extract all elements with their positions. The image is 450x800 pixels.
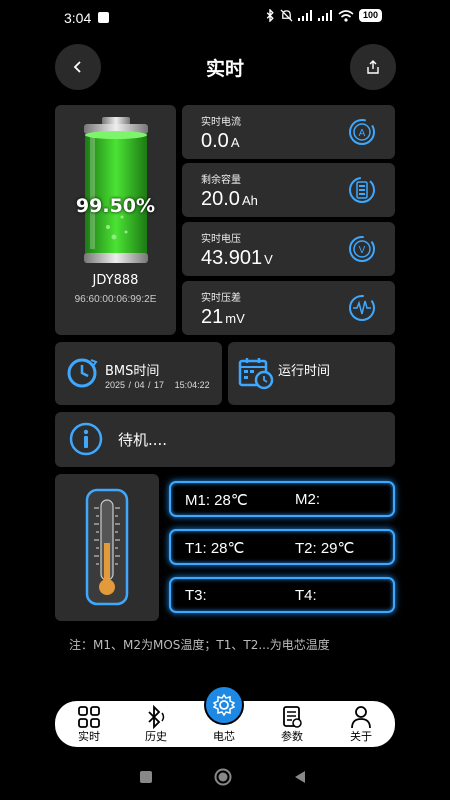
temp-m2: M2: [295, 491, 321, 508]
grid-icon [78, 706, 100, 728]
status-text: 待机.... [118, 431, 168, 449]
run-time-title: 运行时间 [278, 364, 331, 379]
home-button[interactable] [214, 768, 232, 786]
nav-item-realtime[interactable]: 实时 [59, 701, 119, 747]
signal-icon-1 [297, 10, 312, 21]
gear-icon [212, 693, 236, 717]
metric-capacity: 剩余容量 20.0 Ah [182, 163, 395, 217]
metric-value: 0.0 A [201, 130, 239, 153]
metric-unit: A [230, 135, 240, 150]
bms-time: 15:04:22 [174, 380, 210, 390]
metric-value: 20.0 Ah [201, 188, 258, 211]
back-nav-button[interactable] [293, 770, 307, 784]
temp-t2: T2: 29℃ [295, 540, 355, 557]
mute-icon [280, 9, 293, 22]
metric-value: 43.901 V [201, 247, 273, 270]
clock-icon [67, 358, 98, 388]
device-address: 96:60:00:06:99:2E [74, 294, 157, 305]
header: 实时 [0, 44, 450, 90]
device-name: JDY888 [92, 273, 139, 288]
nav-label: 关于 [350, 730, 372, 743]
nav-item-params[interactable]: 参数 [262, 701, 322, 747]
temp-row-cell-1: T1: 28℃ T2: 29℃ [169, 529, 395, 565]
metric-number: 21 [201, 306, 224, 328]
temperature-note: 注：M1、M2为MOS温度；T1、T2...为电芯温度 [69, 638, 330, 652]
svg-text:V: V [359, 245, 366, 256]
thermometer-card [55, 474, 159, 621]
calendar-clock-icon [238, 358, 274, 390]
metric-number: 20.0 [201, 188, 240, 210]
bottom-navigation: 实时 历史 电芯 参数 关于 [55, 685, 395, 747]
document-icon [283, 706, 302, 728]
bms-datetime: 2025 / 04 / 17 15:04:22 [105, 380, 210, 390]
nav-label: 参数 [281, 730, 303, 743]
current-icon: A [349, 119, 375, 145]
thermometer-icon [85, 488, 129, 606]
metric-unit: mV [225, 311, 245, 326]
bluetooth-status-icon [266, 9, 274, 22]
temp-t3: T3: [185, 587, 207, 604]
status-time: 3:04 [64, 10, 92, 26]
battery-level-icon [84, 117, 148, 263]
bms-date: 2025 / 04 / 17 [105, 380, 165, 390]
metric-label: 实时电压 [201, 234, 241, 245]
temp-row-cell-2: T3: T4: [169, 577, 395, 613]
metric-label: 实时压差 [201, 293, 241, 304]
info-icon [69, 422, 103, 456]
battery-percent: 99.50% [75, 195, 156, 217]
battery-status: 100 [358, 9, 382, 22]
bluetooth-icon [148, 705, 165, 729]
notification-icon [98, 12, 109, 23]
run-time-card[interactable]: 运行时间 [228, 342, 395, 405]
metric-unit: V [264, 252, 273, 267]
metric-label: 实时电流 [201, 117, 241, 128]
nav-item-cells[interactable] [204, 685, 244, 725]
export-button[interactable] [350, 44, 396, 90]
nav-label: 实时 [78, 730, 100, 743]
pressure-diff-icon [349, 295, 375, 321]
signal-icon-2 [317, 10, 332, 21]
nav-label: 历史 [145, 730, 167, 743]
metric-pressure-diff: 实时压差 21 mV [182, 281, 395, 335]
svg-text:A: A [359, 128, 366, 139]
temp-m1: M1: 28℃ [185, 492, 248, 509]
metric-current: 实时电流 0.0 A A [182, 105, 395, 159]
temp-row-mos: M1: 28℃ M2: [169, 481, 395, 517]
temp-t4: T4: [295, 587, 317, 604]
system-navigation [0, 768, 450, 788]
bms-time-card[interactable]: BMS时间 2025 / 04 / 17 15:04:22 [55, 342, 222, 405]
person-icon [351, 706, 371, 729]
recent-apps-button[interactable] [139, 770, 153, 784]
nav-item-about[interactable]: 关于 [331, 701, 391, 747]
metric-unit: Ah [241, 193, 258, 208]
metric-value: 21 mV [201, 306, 245, 329]
wifi-icon [338, 9, 354, 22]
status-card: 待机.... [55, 412, 395, 467]
voltage-icon: V [349, 236, 375, 262]
metric-number: 43.901 [201, 247, 263, 269]
temp-t1: T1: 28℃ [185, 540, 245, 557]
capacity-icon [349, 177, 375, 203]
nav-item-history[interactable]: 历史 [126, 701, 186, 747]
status-bar: 3:04 100 [0, 0, 450, 36]
bms-time-title: BMS时间 [105, 364, 160, 379]
metric-number: 0.0 [201, 130, 229, 152]
nav-label: 电芯 [213, 730, 235, 743]
metric-voltage: 实时电压 43.901 V V [182, 222, 395, 276]
battery-card: 99.50% JDY888 96:60:00:06:99:2E [55, 105, 176, 335]
upload-icon [367, 60, 379, 74]
metric-label: 剩余容量 [201, 175, 241, 186]
